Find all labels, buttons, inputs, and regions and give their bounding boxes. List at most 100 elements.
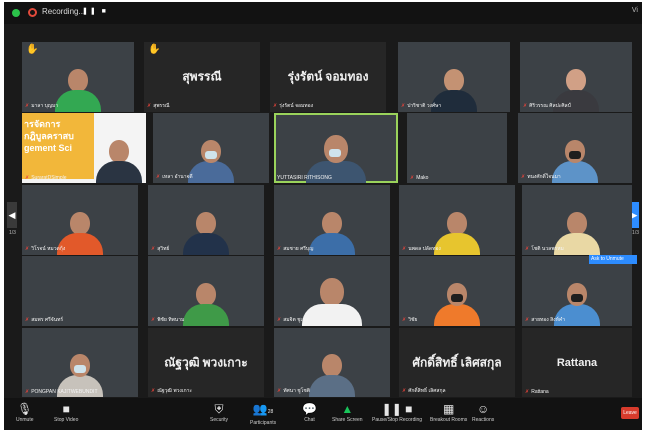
participant-name: ✗ ศักดิ์สิทธิ์ เลิศสกุล [402, 388, 446, 394]
participant-tile[interactable]: ✗ สายทอง สิงห์คำ [522, 256, 632, 326]
participants-count: 28 [267, 409, 274, 415]
participant-name: YUTTASIRI RITHISONG [277, 175, 332, 181]
participant-tile[interactable]: ✗ โชติ นวลพรหม [522, 185, 632, 255]
banner-line: gement Sci [24, 143, 73, 153]
muted-mic-icon: ✗ [402, 317, 407, 323]
muted-mic-icon: ✗ [525, 389, 530, 395]
share-screen-icon: ▲ [341, 402, 354, 416]
participant-tile[interactable]: ✗ ทัศนา ชูโชติ [274, 328, 390, 397]
unmute-button[interactable]: 🎙 Unmute [16, 401, 34, 423]
muted-mic-icon: ✗ [147, 103, 152, 109]
muted-mic-icon: ✗ [523, 103, 528, 109]
participant-name: ✗ โชติ นวลพรหม [525, 246, 564, 252]
muted-mic-icon: ✗ [151, 246, 156, 252]
participant-tile[interactable]: ✗ ทนงศักดิ์ใจนมา [518, 113, 632, 183]
participant-tile[interactable]: รุ่งรัตน์ จอมทอง ✗ รุ่งรัตน์ จอมทอง [270, 42, 386, 112]
participant-tile[interactable]: ✗ วิโรจน์ หมวดกุ้ง [22, 185, 138, 255]
participant-name: ✗ ทนงศักดิ์ใจนมา [521, 174, 561, 180]
participant-tile[interactable]: ารจัดการ กฎิบูลคราสบ gement Sci ✗ SuraratDS… [22, 113, 146, 183]
gallery-grid: ✋ ✗ มาลา บุญมา ✋ สุพรรณี ✗ สุพรรณี รุ่งรัต… [22, 42, 632, 397]
share-screen-button[interactable]: ▲ Share Screen [332, 401, 363, 423]
participant-display-name: Rattana [556, 356, 598, 369]
participant-tile[interactable]: ณัฐวุฒิ พวงเกาะ ✗ ณัฐวุฒิ พวงเกาะ [148, 328, 264, 397]
participant-name: ✗ สมพร ศรีจันทร์ [25, 317, 64, 323]
participant-tile[interactable]: ✗ สมจิต ชูเกษ [274, 256, 390, 326]
recording-label: Recording... [42, 7, 86, 16]
participant-name: ✗ ณัฐวุฒิ พวงเกาะ [151, 388, 193, 394]
chat-button[interactable]: 💬 Chat [302, 401, 317, 423]
participant-name: ✗ วิชัย [402, 317, 418, 323]
pause-stop-recording-button[interactable]: ❚❚ ■ Pause/Stop Recording [372, 401, 422, 423]
participant-name: ✗ รุ่งรัตน์ จอมทอง [273, 103, 314, 109]
participant-tile[interactable]: ✗ พิชัย ทิพนาม [148, 256, 264, 326]
muted-mic-icon: ✗ [25, 246, 30, 252]
participants-button[interactable]: 👥28 Participants [250, 401, 276, 426]
page-indicator-left: 1/3 [9, 230, 16, 236]
active-speaker-tile[interactable]: YUTTASIRI RITHISONG [274, 113, 398, 183]
muted-mic-icon: ✗ [151, 388, 156, 394]
raised-hand-icon: ✋ [148, 44, 161, 55]
breakout-rooms-button[interactable]: ▦ Breakout Rooms [430, 401, 467, 423]
breakout-label: Breakout Rooms [430, 417, 468, 423]
participant-tile[interactable]: ✋ ✗ มาลา บุญมา [22, 42, 134, 112]
muted-mic-icon: ✗ [525, 317, 530, 323]
participants-icon: 👥28 [252, 402, 274, 416]
participant-tile[interactable]: ✗ Mako [407, 113, 507, 183]
muted-mic-icon: ✗ [525, 246, 530, 252]
participant-tile[interactable]: ✗ สุวิทย์ [148, 185, 264, 255]
muted-mic-icon: ✗ [277, 388, 282, 394]
muted-mic-icon: ✗ [156, 174, 161, 180]
share-screen-label: Share Screen [332, 417, 363, 423]
raised-hand-icon: ✋ [26, 44, 39, 55]
chat-label: Chat [304, 417, 315, 423]
participant-name: ✗ นพดล ปลัดทอง [402, 246, 441, 252]
stop-video-button[interactable]: ■ Stop Video [54, 401, 78, 423]
participant-name: ✗ สุพรรณี [147, 103, 170, 109]
chat-bubble-icon: 💬 [302, 402, 317, 416]
participant-tile[interactable]: ✗ เหลา อำนาจดี [153, 113, 269, 183]
participant-tile[interactable]: ✗ ศิริวรรณ ศิลปะศิลป์ [520, 42, 632, 112]
participant-tile[interactable]: ✗ PONGPAN KAJITWEBUNDIT [22, 328, 138, 397]
encryption-shield-icon[interactable] [12, 9, 20, 17]
muted-mic-icon: ✗ [402, 388, 407, 394]
participant-name: ✗ ศิริวรรณ ศิลปะศิลป์ [523, 103, 571, 109]
participant-name: ✗ สายทอง สิงห์คำ [525, 317, 566, 323]
reaction-icon: ☺ [476, 402, 490, 416]
muted-mic-icon: ✗ [25, 175, 30, 181]
reactions-label: Reactions [472, 417, 495, 423]
participant-tile[interactable]: ✋ สุพรรณี ✗ สุพรรณี [144, 42, 260, 112]
participant-tile[interactable]: ✗ ปาริชาติ วงศ์ษา [398, 42, 510, 112]
participant-name: ✗ ปาริชาติ วงศ์ษา [401, 103, 442, 109]
zoom-meeting-window: Recording... ❚❚ ■ Vi ◀ 1/3 ▶ 1/3 ✋ ✗ มาลา… [4, 2, 642, 430]
participant-name: ✗ ทัศนา ชูโชติ [277, 388, 311, 394]
participant-tile[interactable]: ✗ สมชาย ศรีบุญ [274, 185, 390, 255]
participant-name: ✗ สุวิทย์ [151, 246, 170, 252]
muted-mic-icon: ✗ [25, 103, 30, 109]
participant-tile[interactable]: Rattana ✗ Rattana [522, 328, 632, 397]
participant-tile[interactable]: ศักดิ์สิทธิ์ เลิศสกุล ✗ ศักดิ์สิทธิ์ เลิศ… [399, 328, 515, 397]
participant-display-name: ศักดิ์สิทธิ์ เลิศสกุล [412, 355, 502, 369]
participant-tile[interactable]: ✗ นพดล ปลัดทอง [399, 185, 515, 255]
view-button[interactable]: Vi [632, 7, 638, 14]
muted-mic-icon: ✗ [401, 103, 406, 109]
banner-line: กฎิบูลคราสบ [24, 131, 74, 141]
previous-page-button[interactable]: ◀ [7, 202, 17, 228]
recording-controls[interactable]: ❚❚ ■ [82, 7, 108, 15]
participants-label: Participants [250, 420, 277, 426]
reactions-button[interactable]: ☺ Reactions [472, 401, 494, 423]
participant-name: ✗ วิโรจน์ หมวดกุ้ง [25, 246, 66, 252]
participant-tile[interactable]: ✗ วิชัย [399, 256, 515, 326]
ask-to-unmute-button[interactable]: Ask to Unmute [589, 255, 637, 264]
participant-name: ✗ Rattana [525, 389, 549, 395]
leave-button[interactable]: Leave [621, 407, 639, 419]
security-button[interactable]: ⛨ Security [210, 401, 228, 423]
muted-mic-icon: ✗ [277, 246, 282, 252]
muted-mic-icon: ✗ [25, 317, 30, 323]
participant-name: ✗ Mako [410, 175, 429, 181]
participant-tile[interactable]: ✗ สมพร ศรีจันทร์ [22, 256, 138, 326]
unmute-label: Unmute [16, 417, 34, 423]
participant-display-name: ณัฐวุฒิ พวงเกาะ [164, 355, 248, 369]
participant-display-name: รุ่งรัตน์ จอมทอง [287, 69, 369, 84]
breakout-rooms-icon: ▦ [442, 402, 455, 416]
participant-display-name: สุพรรณี [182, 69, 222, 84]
